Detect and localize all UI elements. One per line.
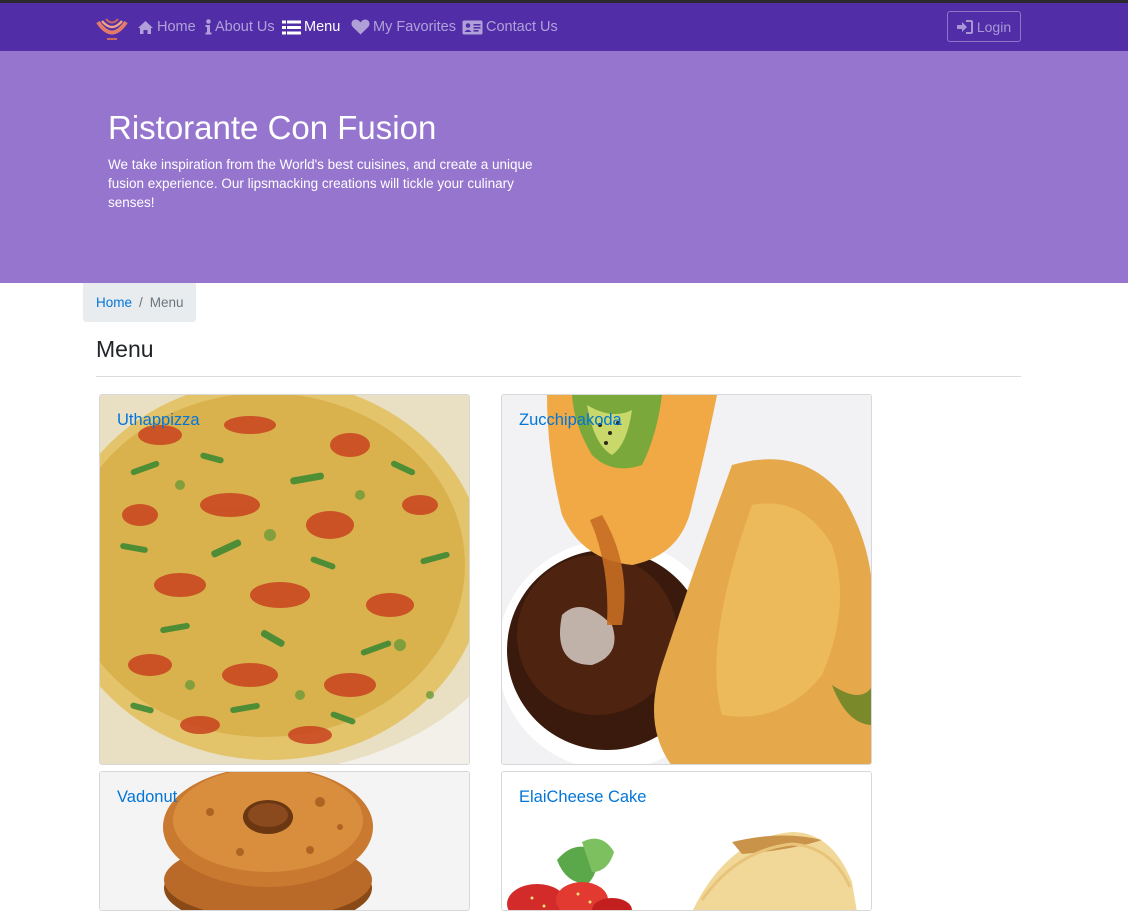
dish-title-zucchipakoda[interactable]: Zucchipakoda — [519, 411, 622, 430]
nav-home-label: Home — [157, 19, 196, 35]
heart-icon — [351, 19, 370, 35]
sign-in-icon — [956, 19, 973, 34]
home-icon — [138, 20, 153, 34]
nav-menu-label: Menu — [304, 19, 341, 35]
zucchipakoda-image — [502, 395, 871, 764]
login-label: Login — [976, 18, 1012, 35]
dish-title-vadonut[interactable]: Vadonut — [117, 788, 177, 807]
page-title: Menu — [96, 336, 154, 362]
list-icon — [282, 20, 301, 34]
restaurant-description: We take inspiration from the World's bes… — [108, 157, 533, 210]
breadcrumb-current: Menu — [149, 295, 184, 310]
nav-favorites[interactable]: My Favorites — [351, 3, 456, 51]
dish-title-elaicheese-cake[interactable]: ElaiCheese Cake — [519, 788, 647, 807]
nav-about[interactable]: About Us — [205, 3, 275, 51]
restaurant-logo-icon[interactable] — [95, 13, 129, 42]
breadcrumb-separator: / — [139, 295, 143, 310]
uthappizza-image — [100, 395, 469, 764]
nav-menu[interactable]: Menu — [282, 3, 340, 51]
login-button[interactable]: Login — [947, 11, 1021, 42]
nav-about-label: About Us — [215, 19, 275, 35]
info-icon — [205, 19, 212, 35]
jumbotron: Ristorante Con Fusion We take inspiratio… — [0, 51, 1128, 283]
dish-card-elaicheese-cake[interactable]: ElaiCheese Cake — [501, 771, 872, 911]
dish-card-zucchipakoda[interactable]: Zucchipakoda — [501, 394, 872, 765]
nav-home[interactable]: Home — [137, 3, 196, 51]
nav-contact-label: Contact Us — [486, 19, 558, 35]
restaurant-title: Ristorante Con Fusion — [108, 109, 437, 146]
nav-favorites-label: My Favorites — [373, 19, 456, 35]
breadcrumb-home-link[interactable]: Home — [96, 295, 132, 310]
dish-title-uthappizza[interactable]: Uthappizza — [117, 411, 200, 430]
divider — [96, 376, 1021, 377]
breadcrumb: Home / Menu — [83, 283, 196, 322]
nav-contact[interactable]: Contact Us — [462, 3, 558, 51]
address-card-icon — [462, 20, 483, 34]
dish-card-vadonut[interactable]: Vadonut — [99, 771, 470, 911]
dish-card-uthappizza[interactable]: Uthappizza — [99, 394, 470, 765]
navbar: Home About Us Menu My Favorites Contact … — [0, 3, 1128, 51]
